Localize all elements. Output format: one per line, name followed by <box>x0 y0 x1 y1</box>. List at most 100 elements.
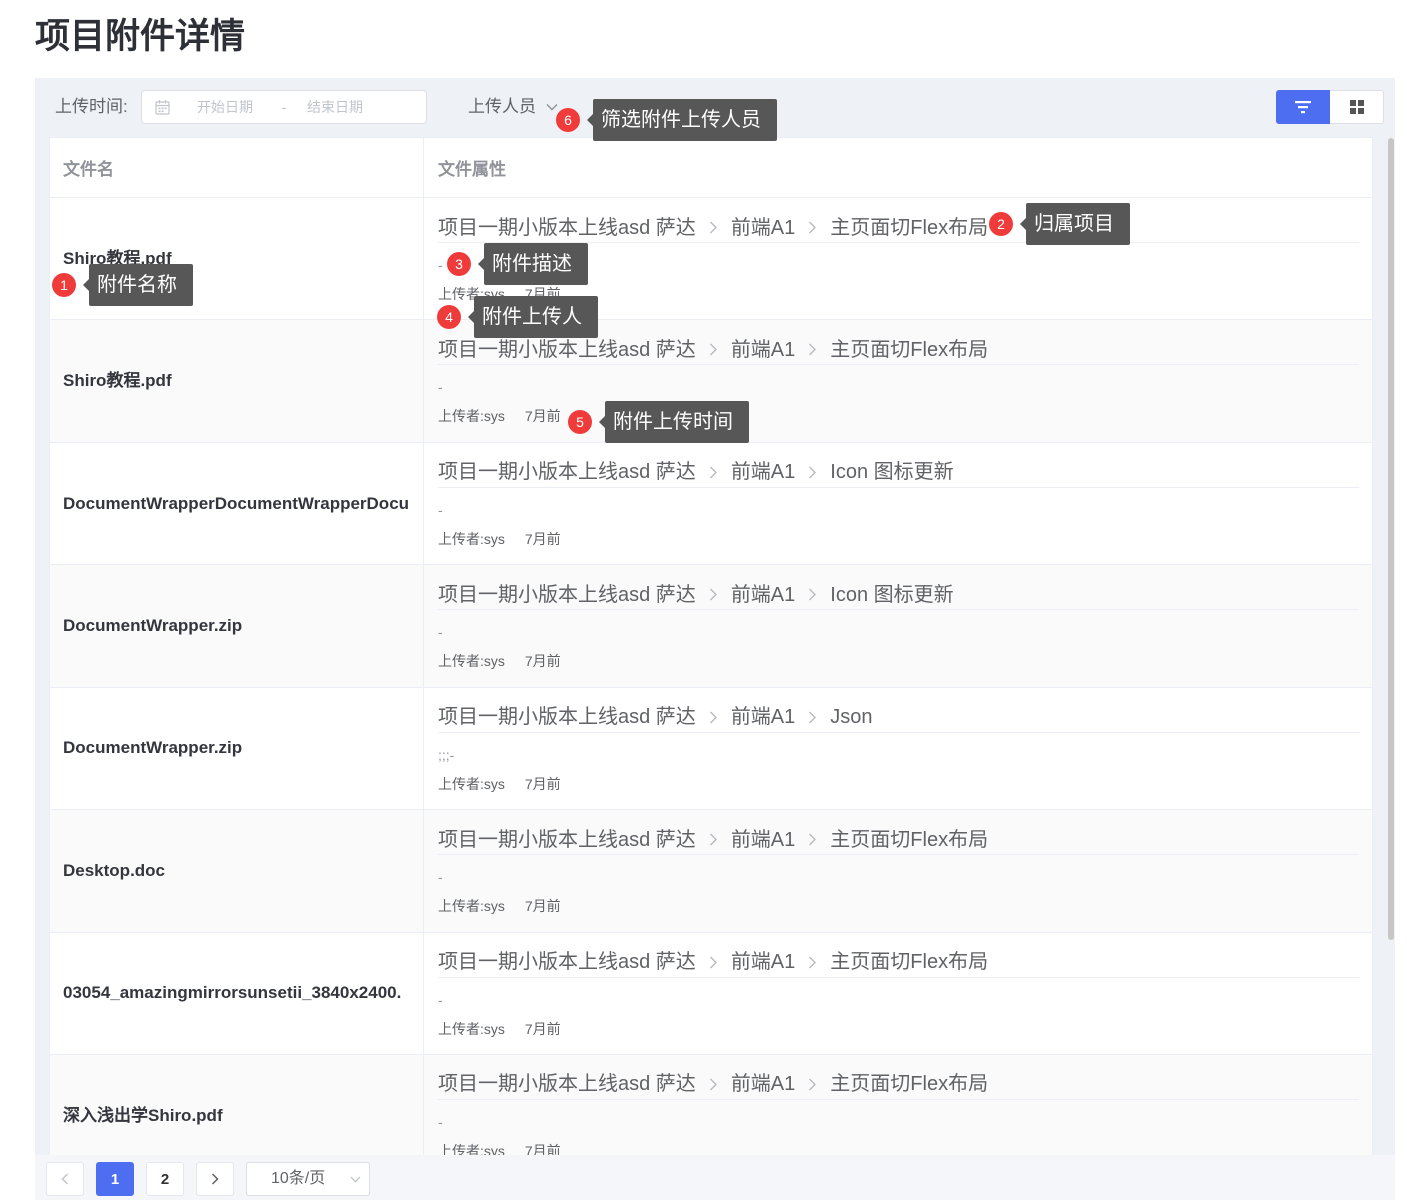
file-name-cell: 03054_amazingmirrorsunsetii_3840x2400. <box>50 932 424 1054</box>
page-title: 项目附件详情 <box>35 17 246 56</box>
project-breadcrumb: 项目一期小版本上线asd 萨达 前端A1 主页面切Flex布局 <box>438 336 1359 366</box>
end-date-input[interactable] <box>285 97 385 117</box>
prev-page-button[interactable] <box>46 1162 84 1196</box>
annotation-marker: 4 <box>437 305 461 329</box>
attachment-upload-time: 7月前 <box>524 898 561 915</box>
chevron-down-icon <box>350 1176 361 1183</box>
annotation-label: 附件上传时间 <box>599 401 749 443</box>
table-body: Shiro教程.pdf 项目一期小版本上线asd 萨达 前端A1 主页面切Fle… <box>50 198 1372 1155</box>
chevron-right-icon <box>709 956 718 969</box>
attachment-uploader: 上传者:sys <box>438 1142 505 1155</box>
annotation-label: 筛选附件上传人员 <box>587 99 777 141</box>
file-attributes-cell: 项目一期小版本上线asd 萨达 前端A1 主页面切Flex布局 - 上传者:sy… <box>424 933 1372 1054</box>
attachment-meta: 上传者:sys 7月前 <box>438 1141 1359 1155</box>
attachment-description: - <box>438 379 443 396</box>
view-mode-toggle <box>1276 90 1384 124</box>
pagination: 1 2 10条/页 <box>35 1155 1395 1200</box>
breadcrumb-task: 主页面切Flex布局 <box>830 216 989 239</box>
file-name-cell: DocumentWrapper.zip <box>50 687 424 810</box>
breadcrumb-project: 项目一期小版本上线asd 萨达 <box>438 461 696 484</box>
file-name[interactable]: 03054_amazingmirrorsunsetii_3840x2400. <box>63 981 401 1005</box>
breadcrumb-module: 前端A1 <box>730 338 796 361</box>
page-size-select[interactable]: 10条/页 <box>246 1162 370 1196</box>
upload-date-range-picker[interactable]: - <box>141 90 427 124</box>
calendar-icon <box>155 99 170 115</box>
breadcrumb-module: 前端A1 <box>730 951 796 974</box>
start-date-input[interactable] <box>175 97 275 117</box>
column-header-file-name: 文件名 <box>50 138 424 197</box>
annotation-callout: 4 附件上传人 <box>437 296 598 338</box>
list-view-icon <box>1295 100 1311 114</box>
file-attributes-cell: 项目一期小版本上线asd 萨达 前端A1 主页面切Flex布局 - 上传者:sy… <box>424 1055 1372 1155</box>
breadcrumb-task: Icon 图标更新 <box>830 583 954 606</box>
column-header-file-attributes: 文件属性 <box>438 160 506 179</box>
chevron-right-icon <box>808 343 817 356</box>
breadcrumb-project: 项目一期小版本上线asd 萨达 <box>438 216 696 239</box>
breadcrumb-task: 主页面切Flex布局 <box>830 1073 989 1096</box>
annotation-marker: 1 <box>52 273 76 297</box>
file-name[interactable]: DocumentWrapperDocumentWrapperDocu <box>63 492 409 516</box>
table-row: DocumentWrapper.zip 项目一期小版本上线asd 萨达 前端A1… <box>50 565 1372 688</box>
attachment-description: - <box>438 991 443 1008</box>
attachment-uploader: 上传者:sys <box>438 1020 505 1037</box>
chevron-right-icon <box>211 1173 219 1185</box>
annotation-callout: 5 附件上传时间 <box>568 401 749 443</box>
project-breadcrumb: 项目一期小版本上线asd 萨达 前端A1 Icon 图标更新 <box>438 581 1359 611</box>
attachment-upload-time: 7月前 <box>524 530 561 547</box>
attachment-meta: 上传者:sys 7月前 <box>438 529 1359 549</box>
file-name[interactable]: DocumentWrapper.zip <box>63 614 242 638</box>
uploader-filter-dropdown[interactable]: 上传人员 <box>468 95 558 119</box>
chevron-right-icon <box>808 466 817 479</box>
file-name[interactable]: 深入浅出学Shiro.pdf <box>63 1104 223 1128</box>
table-row: 深入浅出学Shiro.pdf 项目一期小版本上线asd 萨达 前端A1 主页面切… <box>50 1054 1372 1155</box>
page-size-value: 10条/页 <box>271 1170 326 1187</box>
page-button-2[interactable]: 2 <box>146 1162 184 1196</box>
chevron-right-icon <box>709 1078 718 1091</box>
file-name-cell: Desktop.doc <box>50 810 424 932</box>
next-page-button[interactable] <box>196 1162 234 1196</box>
file-attributes-cell: 项目一期小版本上线asd 萨达 前端A1 主页面切Flex布局 - 上传者:sy… <box>424 320 1372 441</box>
attachment-description: ;;;- <box>438 746 455 763</box>
breadcrumb-task: 主页面切Flex布局 <box>830 951 989 974</box>
chevron-right-icon <box>709 221 718 234</box>
attachment-description: - <box>438 1113 443 1130</box>
project-breadcrumb: 项目一期小版本上线asd 萨达 前端A1 主页面切Flex布局 <box>438 1071 1359 1100</box>
attachment-upload-time: 7月前 <box>524 775 561 792</box>
attachment-description: - <box>438 501 443 518</box>
chevron-left-icon <box>61 1173 69 1185</box>
attachment-uploader: 上传者:sys <box>438 408 505 425</box>
annotation-callout: 2 归属项目 <box>989 203 1130 245</box>
breadcrumb-module: 前端A1 <box>730 1073 796 1096</box>
table-row: DocumentWrapper.zip 项目一期小版本上线asd 萨达 前端A1… <box>50 687 1372 811</box>
grid-view-button[interactable] <box>1330 90 1384 124</box>
attachment-meta: 上传者:sys 7月前 <box>438 774 1359 794</box>
chevron-right-icon <box>808 588 817 601</box>
file-name-cell: 深入浅出学Shiro.pdf <box>50 1054 424 1155</box>
attachments-panel: 上传时间: - 上传人员 <box>35 78 1395 1200</box>
chevron-right-icon <box>709 711 718 724</box>
table-scrollbar[interactable] <box>1388 138 1394 940</box>
annotation-label: 附件上传人 <box>468 296 598 338</box>
page-button-1[interactable]: 1 <box>96 1162 134 1196</box>
attachment-meta: 上传者:sys 7月前 <box>438 1019 1359 1039</box>
breadcrumb-project: 项目一期小版本上线asd 萨达 <box>438 828 696 851</box>
project-breadcrumb: 项目一期小版本上线asd 萨达 前端A1 Json <box>438 704 1359 733</box>
breadcrumb-task: Icon 图标更新 <box>830 461 954 484</box>
breadcrumb-module: 前端A1 <box>730 583 796 606</box>
annotation-marker: 5 <box>568 410 592 434</box>
annotation-callout: 6 筛选附件上传人员 <box>556 99 777 141</box>
chevron-right-icon <box>808 956 817 969</box>
file-attributes-cell: 项目一期小版本上线asd 萨达 前端A1 Icon 图标更新 - 上传者:sys… <box>424 443 1372 564</box>
file-name[interactable]: DocumentWrapper.zip <box>63 736 242 760</box>
list-view-button[interactable] <box>1276 90 1330 124</box>
attachment-upload-time: 7月前 <box>524 653 561 670</box>
file-name[interactable]: Desktop.doc <box>63 859 165 883</box>
chevron-right-icon <box>709 343 718 356</box>
file-name[interactable]: Shiro教程.pdf <box>63 369 172 393</box>
breadcrumb-module: 前端A1 <box>730 461 796 484</box>
breadcrumb-project: 项目一期小版本上线asd 萨达 <box>438 1073 696 1096</box>
annotation-marker: 3 <box>447 252 471 276</box>
breadcrumb-module: 前端A1 <box>730 706 796 729</box>
annotation-callout: 3 附件描述 <box>447 243 588 285</box>
file-name-cell: DocumentWrapper.zip <box>50 565 424 687</box>
